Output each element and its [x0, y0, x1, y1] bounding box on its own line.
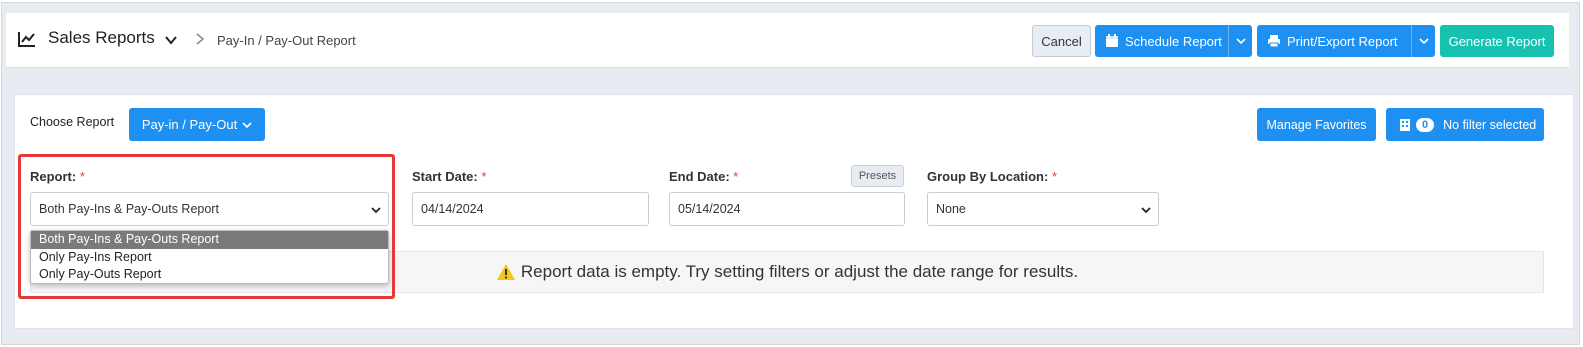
chevron-down-icon [242, 121, 252, 128]
filter-status-text: No filter selected [1443, 117, 1537, 132]
filter-count-badge: 0 [1416, 117, 1435, 132]
breadcrumb: Pay-In / Pay-Out Report [217, 33, 356, 48]
schedule-label: Schedule Report [1125, 33, 1222, 49]
choose-report-value: Pay-in / Pay-Out [141, 117, 238, 132]
manage-favorites-button[interactable]: Manage Favorites [1257, 108, 1376, 141]
end-date-label: End Date: * [669, 169, 738, 184]
cancel-button[interactable]: Cancel [1032, 25, 1091, 57]
highlight-annotation [18, 154, 395, 299]
required-mark: * [1051, 169, 1058, 184]
generate-report-button[interactable]: Generate Report [1440, 25, 1554, 57]
print-export-button[interactable]: Print/Export Report [1257, 25, 1435, 57]
empty-state-text: Report data is empty. Try setting filter… [520, 262, 1079, 281]
chart-line-icon [18, 32, 35, 47]
start-date-label: Start Date: * [412, 169, 486, 184]
end-label-text: End Date: [669, 169, 730, 184]
cancel-label: Cancel [1041, 33, 1082, 49]
start-date-input[interactable]: 04/14/2024 [412, 192, 649, 226]
required-mark: * [481, 169, 487, 184]
chevron-down-icon [1235, 38, 1246, 45]
chevron-down-icon [1418, 38, 1429, 45]
print-dropdown-toggle[interactable] [1411, 25, 1435, 57]
start-label-text: Start Date: [412, 169, 478, 184]
choose-report-button[interactable]: Pay-in / Pay-Out [129, 108, 265, 141]
app-frame: Sales Reports Pay-In / Pay-Out Report Ca… [1, 2, 1580, 345]
group-by-location-select[interactable]: None [927, 192, 1159, 226]
group-select-value: None [936, 202, 966, 216]
warning-icon [496, 264, 515, 280]
presets-button[interactable]: Presets [851, 165, 904, 187]
print-label: Print/Export Report [1287, 33, 1398, 49]
end-date-input[interactable]: 05/14/2024 [669, 192, 905, 226]
chevron-down-icon [1141, 207, 1151, 214]
presets-label: Presets [858, 170, 897, 182]
choose-report-label: Choose Report [30, 115, 115, 129]
printer-icon [1268, 35, 1280, 48]
group-label-text: Group By Location: [927, 169, 1049, 184]
end-date-value: 05/14/2024 [678, 202, 741, 216]
schedule-report-button[interactable]: Schedule Report [1095, 25, 1252, 57]
calendar-icon [1106, 34, 1118, 47]
chevron-right-icon [196, 33, 205, 45]
required-mark: * [733, 169, 739, 184]
filter-button[interactable]: 0 No filter selected [1386, 108, 1544, 141]
manage-favorites-label: Manage Favorites [1266, 117, 1367, 132]
chevron-down-icon[interactable] [164, 33, 178, 47]
generate-label: Generate Report [1448, 33, 1546, 49]
schedule-dropdown-toggle[interactable] [1228, 25, 1252, 57]
top-bar: Sales Reports Pay-In / Pay-Out Report Ca… [6, 13, 1569, 68]
page-title: Sales Reports [48, 28, 155, 47]
group-by-location-label: Group By Location: * [927, 169, 1057, 184]
building-icon [1400, 118, 1410, 131]
start-date-value: 04/14/2024 [421, 202, 484, 216]
